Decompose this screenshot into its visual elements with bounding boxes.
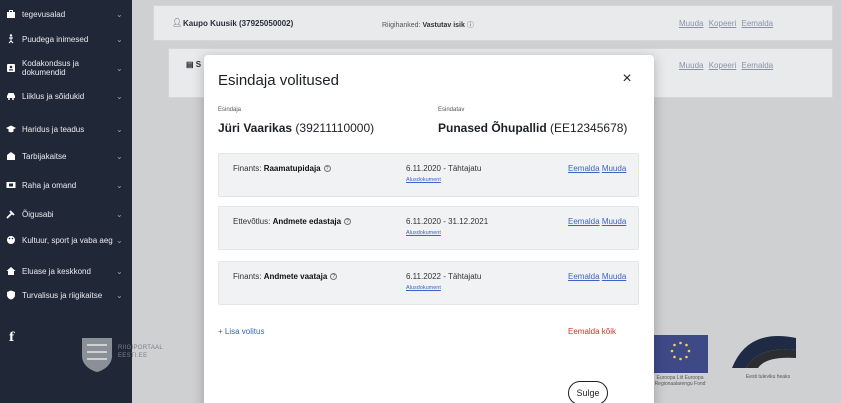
sidebar-item-tarbijakaitse[interactable]: Tarbijakaitse ⌄	[0, 150, 132, 162]
chevron-down-icon: ⌄	[116, 209, 123, 219]
estonian-flag-logo	[728, 328, 800, 379]
base-document-link[interactable]: Alusdokument	[406, 177, 441, 183]
authorization-role: Finants: Andmete vaataja?	[233, 272, 338, 281]
remove-link[interactable]: Eemalda	[742, 19, 774, 28]
chevron-down-icon: ⌄	[116, 266, 123, 276]
sidebar-item-haridus[interactable]: Haridus ja teadus ⌄	[0, 123, 132, 135]
remove-link[interactable]: Eemalda	[568, 272, 600, 281]
eu-flag-logo	[653, 335, 708, 373]
remove-link[interactable]: Eemalda	[568, 217, 600, 226]
sidebar-item-kultuur[interactable]: Kultuur, sport ja vaba aeg ⌄	[0, 230, 132, 250]
representative-label: Esindaja	[218, 107, 242, 113]
sidebar-item-label: Liiklus ja sõidukid	[22, 91, 85, 101]
accessibility-icon	[6, 34, 16, 44]
sidebar-item-label: Turvalisus ja riigikaitse	[22, 290, 103, 300]
sidebar-item-raha[interactable]: Raha ja omand ⌄	[0, 179, 132, 191]
chevron-down-icon: ⌄	[116, 151, 123, 161]
help-icon: ⓘ	[466, 22, 474, 29]
edit-link[interactable]: Muuda	[679, 61, 703, 70]
modal-title: Esindaja volitused	[218, 72, 339, 89]
sidebar-item-label: Haridus ja teadus	[22, 124, 85, 134]
authorization-period: 6.11.2020 - 31.12.2021	[406, 217, 489, 226]
chevron-down-icon: ⌄	[116, 235, 123, 245]
authorization-row: Finants: Andmete vaataja? 6.11.2022 - Tä…	[218, 261, 639, 305]
chevron-down-icon: ⌄	[116, 9, 123, 19]
copy-link[interactable]: Kopeeri	[709, 61, 737, 70]
user-icon: 👤︎	[172, 18, 183, 27]
edit-link[interactable]: Muuda	[602, 272, 626, 281]
sidebar-item-oigusabi[interactable]: Õigusabi ⌄	[0, 208, 132, 220]
home-icon	[6, 266, 16, 276]
eu-caption: Euroopa Liit Euroopa Regionaalarengu Fon…	[654, 375, 706, 387]
sidebar-item-turvalisus[interactable]: Turvalisus ja riigikaitse ⌄	[0, 285, 132, 305]
background-row-actions: Muuda Kopeeri Eemalda	[676, 61, 773, 70]
background-row-actions: Muuda Kopeeri Eemalda	[676, 19, 773, 28]
close-button[interactable]: Sulge	[568, 381, 608, 403]
sidebar-item-liiklus[interactable]: Liiklus ja sõidukid ⌄	[0, 90, 132, 102]
authorization-actions: Eemalda Muuda	[568, 272, 626, 281]
authorizations-modal: Esindaja volitused × Esindaja Jüri Vaari…	[204, 55, 654, 403]
car-icon	[6, 91, 16, 101]
background-row-name: ▤ S	[186, 60, 202, 69]
remove-link[interactable]: Eemalda	[568, 164, 600, 173]
representative-name: Jüri Vaarikas (39211110000)	[218, 121, 375, 135]
represented-name: Punased Õhupallid (EE12345678)	[438, 121, 628, 135]
edit-link[interactable]: Muuda	[679, 19, 703, 28]
authorization-period: 6.11.2020 - Tähtajatu	[406, 164, 482, 173]
help-icon[interactable]: ?	[344, 218, 352, 226]
id-card-icon	[6, 63, 16, 73]
base-document-link[interactable]: Alusdokument	[406, 285, 441, 291]
remove-all-link[interactable]: Eemalda kõik	[568, 327, 616, 336]
sidebar-item-label: Kodakondsus ja dokumendid	[22, 59, 79, 77]
chevron-down-icon: ⌄	[116, 180, 123, 190]
shield-icon	[6, 290, 16, 300]
edit-link[interactable]: Muuda	[602, 217, 626, 226]
facebook-icon[interactable]: f	[9, 330, 14, 344]
graduation-cap-icon	[6, 124, 16, 134]
authorization-period: 6.11.2022 - Tähtajatu	[406, 272, 482, 281]
chevron-down-icon: ⌄	[116, 290, 123, 300]
portal-logo-text: RIIGIPORTAAL EESTI.EE	[118, 345, 164, 359]
chevron-down-icon: ⌄	[116, 91, 123, 101]
authorization-actions: Eemalda Muuda	[568, 217, 626, 226]
help-icon[interactable]: ?	[330, 273, 338, 281]
sidebar-item-puudega[interactable]: Puudega inimesed ⌄	[0, 33, 132, 45]
authorization-role: Ettevõtlus: Andmete edastaja?	[233, 217, 352, 226]
chevron-down-icon: ⌄	[116, 34, 123, 44]
sidebar-item-tegevusalad[interactable]: tegevusalad ⌄	[0, 8, 132, 20]
money-icon	[6, 180, 16, 190]
chevron-down-icon: ⌄	[116, 124, 123, 134]
estonian-coat-of-arms-logo	[80, 336, 114, 379]
remove-link[interactable]: Eemalda	[742, 61, 774, 70]
palette-icon	[6, 235, 16, 245]
ee-caption: Eesti tuleviku heaks	[745, 374, 791, 380]
company-icon: ▤	[186, 60, 196, 69]
authorization-row: Finants: Raamatupidaja? 6.11.2020 - Täht…	[218, 153, 639, 197]
edit-link[interactable]: Muuda	[602, 164, 626, 173]
gavel-icon	[6, 209, 16, 219]
sidebar-item-label: Tarbijakaitse	[22, 151, 67, 161]
sidebar-item-eluase[interactable]: Eluase ja keskkond ⌄	[0, 265, 132, 277]
base-document-link[interactable]: Alusdokument	[406, 230, 441, 236]
sidebar-item-label: Eluase ja keskkond	[22, 266, 91, 276]
house-shield-icon	[6, 151, 16, 161]
sidebar-item-label: tegevusalad	[22, 9, 66, 19]
sidebar-item-label: Kultuur, sport ja vaba aeg	[22, 235, 113, 245]
sidebar-item-label: Puudega inimesed	[22, 34, 89, 44]
chevron-down-icon: ⌄	[116, 63, 123, 73]
background-row-name: Kaupo Kuusik (37925050002)	[183, 19, 294, 28]
represented-label: Esindatav	[438, 107, 465, 113]
add-authorization-link[interactable]: + Lisa volitus	[218, 327, 264, 336]
authorization-row: Ettevõtlus: Andmete edastaja? 6.11.2020 …	[218, 206, 639, 250]
briefcase-icon	[6, 9, 16, 19]
sidebar-item-kodakondsus[interactable]: Kodakondsus ja dokumendid ⌄	[0, 58, 132, 78]
help-icon[interactable]: ?	[323, 165, 331, 173]
copy-link[interactable]: Kopeeri	[709, 19, 737, 28]
authorization-actions: Eemalda Muuda	[568, 164, 626, 173]
authorization-role: Finants: Raamatupidaja?	[233, 164, 331, 173]
background-row-role: Riigihanked: Vastutav isik ⓘ	[382, 22, 474, 29]
sidebar-item-label: Raha ja omand	[22, 180, 77, 190]
sidebar-item-label: Õigusabi	[22, 209, 54, 219]
close-icon[interactable]: ×	[618, 70, 636, 88]
